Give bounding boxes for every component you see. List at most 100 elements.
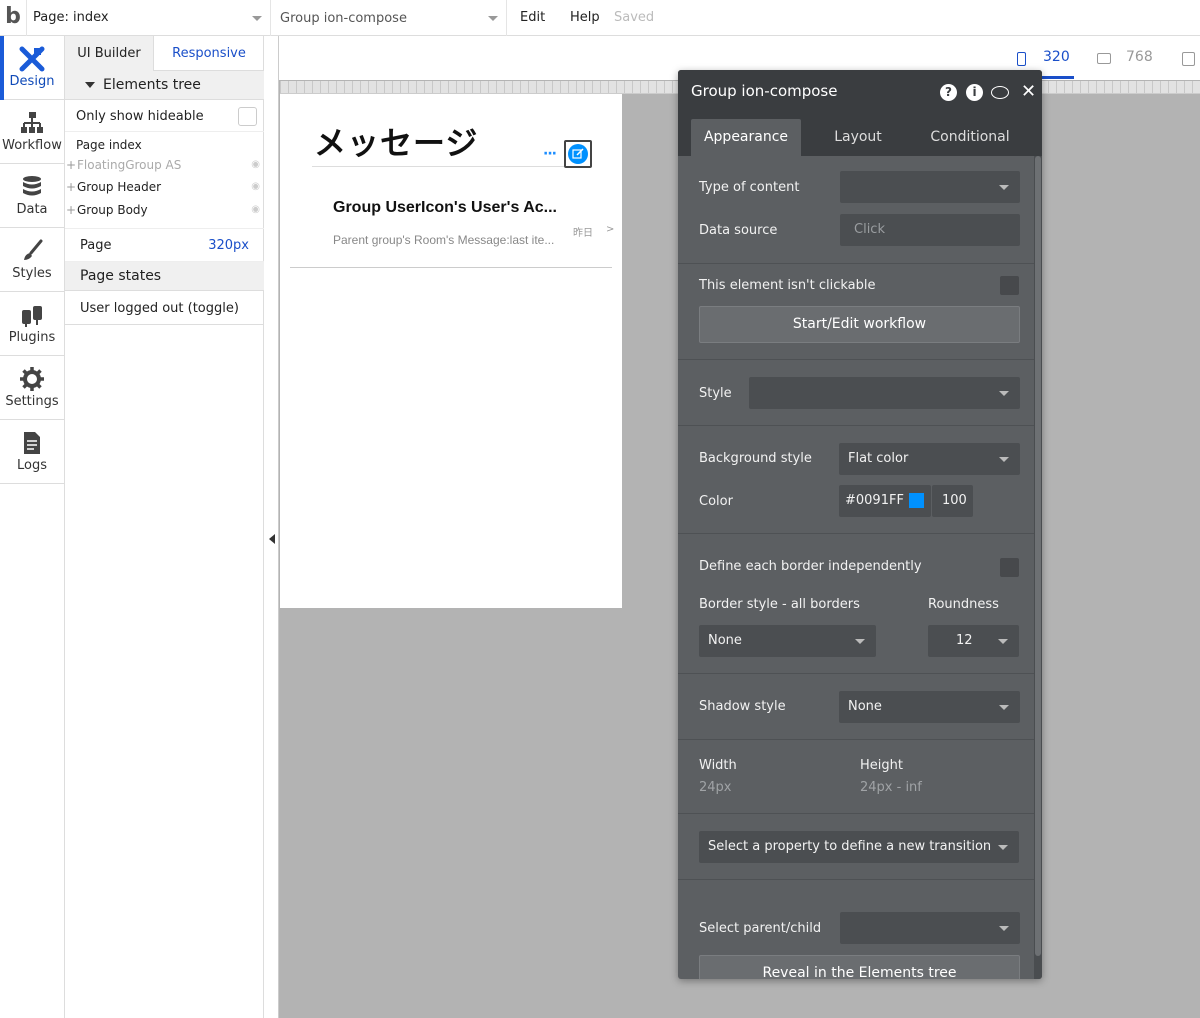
chevron-down-icon bbox=[488, 16, 498, 21]
group-ion-compose[interactable] bbox=[564, 140, 592, 168]
database-icon bbox=[23, 176, 41, 196]
save-status: Saved bbox=[614, 10, 655, 25]
brush-icon bbox=[24, 239, 43, 260]
sidebar-item-settings[interactable]: Settings bbox=[0, 356, 64, 420]
collapse-arrow-icon[interactable] bbox=[269, 534, 275, 544]
sidebar-item-logs[interactable]: Logs bbox=[0, 420, 64, 484]
not-clickable-checkbox[interactable] bbox=[1000, 276, 1019, 295]
type-of-content-select[interactable] bbox=[840, 171, 1020, 203]
bubble-logo[interactable]: b bbox=[0, 0, 27, 36]
viewport-tablet[interactable]: 768 bbox=[1126, 49, 1153, 65]
sidebar-item-data[interactable]: Data bbox=[0, 164, 64, 228]
chevron-right-icon[interactable]: > bbox=[606, 224, 614, 235]
element-select[interactable]: Group ion-compose bbox=[271, 0, 507, 36]
tree-item-label: Group Header bbox=[77, 180, 162, 194]
tree-item-page[interactable]: Page index bbox=[65, 134, 264, 156]
divider bbox=[678, 673, 1034, 674]
caret-down-icon bbox=[85, 82, 95, 88]
edit-menu[interactable]: Edit bbox=[520, 0, 545, 35]
border-independent-checkbox[interactable] bbox=[1000, 558, 1019, 577]
transition-select[interactable]: Select a property to define a new transi… bbox=[699, 831, 1019, 863]
message-date[interactable]: 昨日 bbox=[573, 224, 593, 239]
tab-responsive[interactable]: Responsive bbox=[154, 36, 264, 71]
elements-tree-header[interactable]: Elements tree bbox=[65, 71, 264, 100]
tree-item-label: FloatingGroup AS bbox=[77, 158, 182, 172]
style-label: Style bbox=[699, 386, 732, 401]
close-icon[interactable]: ✕ bbox=[1021, 81, 1036, 102]
page-width-value[interactable]: 320px bbox=[208, 229, 249, 263]
tab-layout[interactable]: Layout bbox=[803, 119, 913, 156]
sidebar-item-styles[interactable]: Styles bbox=[0, 228, 64, 292]
eye-icon[interactable]: ◉ bbox=[251, 154, 260, 176]
divider bbox=[678, 425, 1034, 426]
border-style-value: None bbox=[708, 633, 742, 648]
eye-icon[interactable]: ◉ bbox=[251, 176, 260, 198]
reveal-in-tree-button[interactable]: Reveal in the Elements tree bbox=[699, 955, 1020, 979]
width-value: 24px bbox=[699, 780, 732, 795]
shadow-style-select[interactable]: None bbox=[839, 691, 1020, 723]
background-style-select[interactable]: Flat color bbox=[839, 443, 1020, 475]
sidebar-item-design[interactable]: Design bbox=[0, 36, 64, 100]
roundness-value: 12 bbox=[956, 633, 973, 648]
tree-item-label: Group Body bbox=[77, 203, 148, 217]
expand-icon[interactable]: + bbox=[66, 154, 76, 176]
sidebar-item-label: Design bbox=[9, 74, 55, 89]
expand-icon[interactable]: + bbox=[66, 199, 76, 221]
user-name-text[interactable]: Group UserIcon's User's Ac... bbox=[333, 199, 557, 217]
roundness-input[interactable]: 12 bbox=[928, 625, 1019, 657]
chevron-down-icon bbox=[999, 457, 1009, 462]
parent-child-select[interactable] bbox=[840, 912, 1020, 944]
tree-item-group-body[interactable]: + Group Body ◉ bbox=[65, 199, 264, 221]
only-hideable-checkbox[interactable] bbox=[238, 107, 257, 126]
chevron-down-icon bbox=[998, 845, 1008, 850]
elements-tree-label: Elements tree bbox=[103, 77, 201, 93]
start-edit-workflow-button[interactable]: Start/Edit workflow bbox=[699, 306, 1020, 343]
color-picker[interactable]: #0091FF bbox=[839, 485, 931, 517]
plug-icon bbox=[22, 306, 42, 327]
scrollbar[interactable] bbox=[1034, 156, 1042, 979]
tablet-icon[interactable] bbox=[1097, 53, 1111, 64]
tab-appearance[interactable]: Appearance bbox=[691, 119, 801, 156]
more-options-icon[interactable]: ··· bbox=[543, 146, 557, 162]
state-user-logged-out[interactable]: User logged out (toggle) bbox=[65, 292, 264, 325]
last-message-text[interactable]: Parent group's Room's Message:last ite..… bbox=[333, 233, 554, 247]
help-icon[interactable]: ? bbox=[940, 84, 957, 101]
eye-icon[interactable]: ◉ bbox=[251, 199, 260, 221]
desktop-icon[interactable] bbox=[1182, 52, 1195, 66]
border-style-select[interactable]: None bbox=[699, 625, 876, 657]
mobile-icon[interactable] bbox=[1017, 52, 1026, 66]
only-hideable-label: Only show hideable bbox=[76, 109, 204, 124]
chevron-down-icon bbox=[999, 705, 1009, 710]
divider bbox=[678, 813, 1034, 814]
tab-conditional[interactable]: Conditional bbox=[915, 119, 1025, 156]
page-title[interactable]: メッセージ bbox=[314, 118, 478, 164]
compose-icon bbox=[568, 144, 588, 164]
comment-icon[interactable] bbox=[991, 86, 1009, 99]
sidebar-item-label: Logs bbox=[17, 458, 47, 473]
scrollbar-thumb[interactable] bbox=[1035, 156, 1041, 956]
viewport-mobile[interactable]: 320 bbox=[1043, 49, 1070, 65]
page-preview[interactable]: メッセージ ··· Group UserIcon's User's Ac... … bbox=[280, 94, 622, 608]
background-style-label: Background style bbox=[699, 451, 812, 466]
color-opacity-input[interactable]: 100 bbox=[932, 485, 973, 517]
divider bbox=[678, 739, 1034, 740]
page-select[interactable]: Page: index bbox=[27, 0, 271, 36]
sidebar-item-plugins[interactable]: Plugins bbox=[0, 292, 64, 356]
color-label: Color bbox=[699, 494, 733, 509]
tree-item-group-header[interactable]: + Group Header ◉ bbox=[65, 176, 264, 198]
color-swatch[interactable] bbox=[909, 493, 924, 508]
gear-icon bbox=[20, 367, 44, 391]
expand-icon[interactable]: + bbox=[66, 176, 76, 198]
data-source-input[interactable]: Click bbox=[840, 214, 1020, 246]
property-editor-header[interactable]: Group ion-compose ? i ✕ bbox=[678, 70, 1042, 114]
sidebar-item-workflow[interactable]: Workflow bbox=[0, 100, 64, 164]
sidebar-item-label: Settings bbox=[5, 394, 59, 409]
help-menu[interactable]: Help bbox=[570, 0, 600, 35]
page-width-row[interactable]: Page 320px bbox=[65, 228, 264, 262]
info-icon[interactable]: i bbox=[966, 84, 983, 101]
sidebar-item-label: Plugins bbox=[8, 330, 56, 345]
tab-ui-builder[interactable]: UI Builder bbox=[65, 36, 154, 71]
tree-item-floating-group[interactable]: + FloatingGroup AS ◉ bbox=[65, 154, 264, 176]
top-bar: b Page: index Group ion-compose Edit Hel… bbox=[0, 0, 1200, 36]
style-select[interactable] bbox=[749, 377, 1020, 409]
